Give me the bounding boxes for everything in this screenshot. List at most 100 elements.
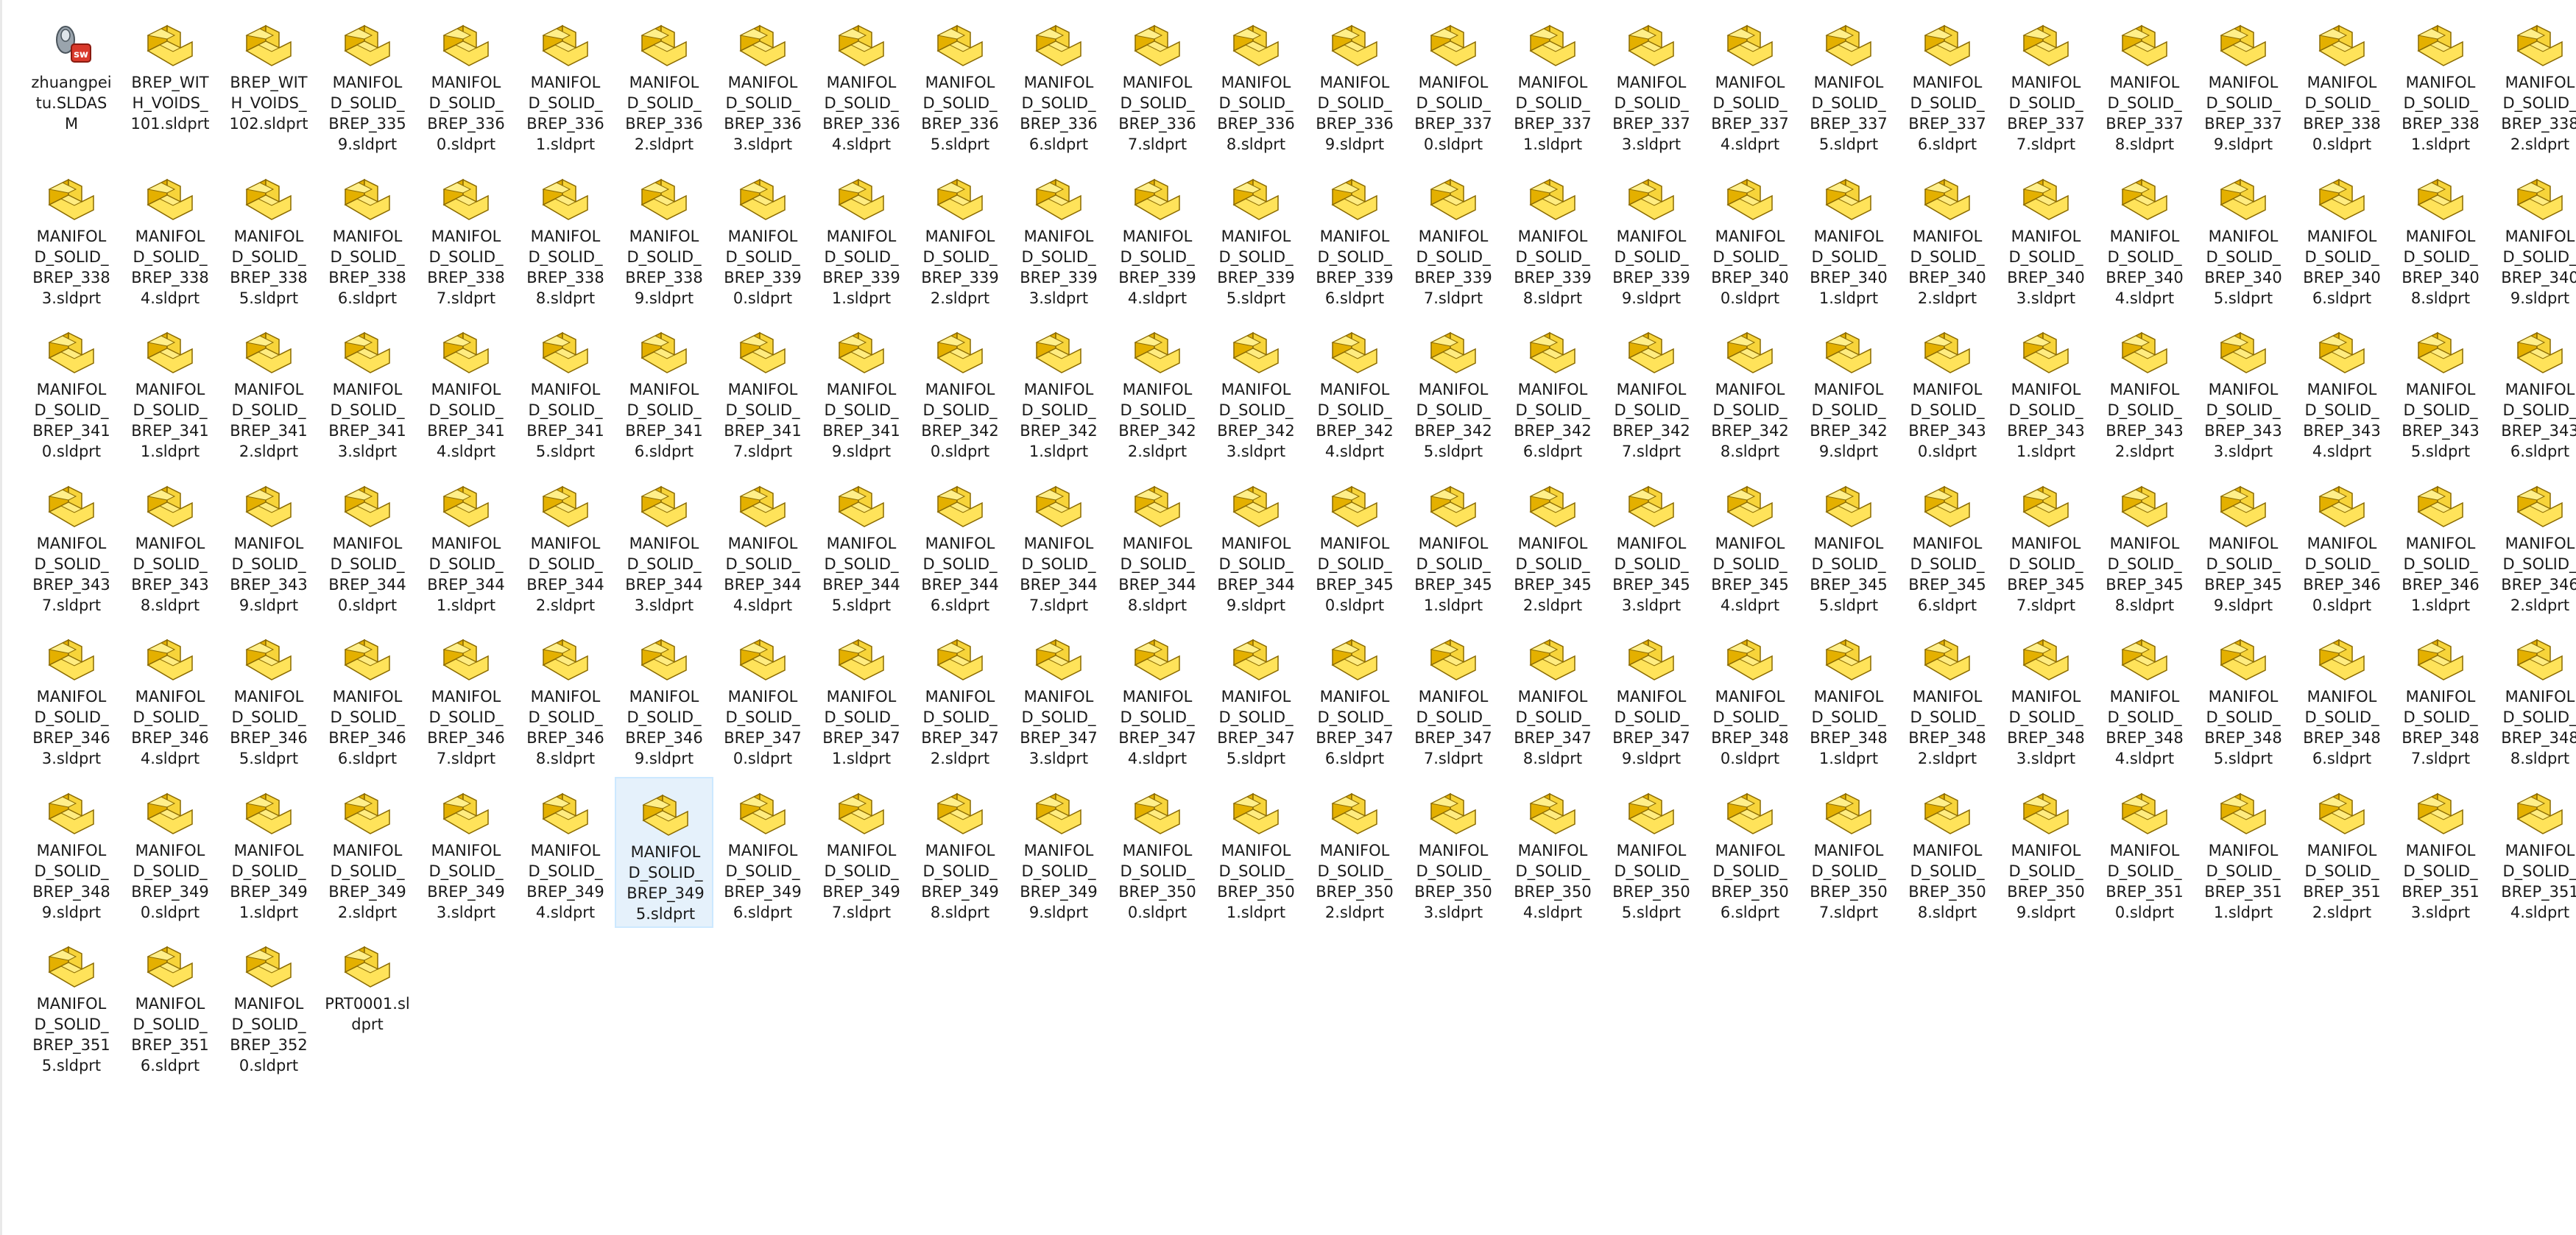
file-item[interactable]: MANIFOL D_SOLID_ BREP_347 7.sldprt [1404,623,1503,774]
file-item[interactable]: MANIFOL D_SOLID_ BREP_341 7.sldprt [713,316,812,467]
file-item[interactable]: MANIFOL D_SOLID_ BREP_342 1.sldprt [1009,316,1108,467]
file-item[interactable]: MANIFOL D_SOLID_ BREP_336 5.sldprt [911,9,1009,160]
file-item[interactable]: MANIFOL D_SOLID_ BREP_349 7.sldprt [812,777,911,928]
file-item[interactable]: MANIFOL D_SOLID_ BREP_349 3.sldprt [417,777,515,928]
file-item[interactable]: MANIFOL D_SOLID_ BREP_348 2.sldprt [1898,623,1997,774]
file-item[interactable]: MANIFOL D_SOLID_ BREP_341 2.sldprt [219,316,318,467]
file-item[interactable]: MANIFOL D_SOLID_ BREP_349 2.sldprt [318,777,417,928]
file-item[interactable]: MANIFOL D_SOLID_ BREP_342 3.sldprt [1207,316,1305,467]
file-item[interactable]: MANIFOL D_SOLID_ BREP_343 5.sldprt [2391,316,2490,467]
file-item[interactable]: MANIFOL D_SOLID_ BREP_348 8.sldprt [2491,623,2576,774]
file-item[interactable]: MANIFOL D_SOLID_ BREP_343 8.sldprt [121,470,219,621]
file-item[interactable]: MANIFOL D_SOLID_ BREP_350 7.sldprt [1799,777,1898,928]
file-item[interactable]: MANIFOL D_SOLID_ BREP_350 9.sldprt [1997,777,2095,928]
file-item[interactable]: MANIFOL D_SOLID_ BREP_340 5.sldprt [2194,163,2293,314]
file-item[interactable]: MANIFOL D_SOLID_ BREP_350 6.sldprt [1701,777,1799,928]
file-item[interactable]: MANIFOL D_SOLID_ BREP_338 1.sldprt [2391,9,2490,160]
file-item[interactable]: MANIFOL D_SOLID_ BREP_336 8.sldprt [1207,9,1305,160]
file-item[interactable]: MANIFOL D_SOLID_ BREP_336 4.sldprt [812,9,911,160]
file-item[interactable]: MANIFOL D_SOLID_ BREP_341 9.sldprt [812,316,911,467]
file-item[interactable]: MANIFOL D_SOLID_ BREP_342 2.sldprt [1108,316,1207,467]
file-item[interactable]: MANIFOL D_SOLID_ BREP_347 6.sldprt [1305,623,1404,774]
file-item[interactable]: MANIFOL D_SOLID_ BREP_343 0.sldprt [1898,316,1997,467]
file-item[interactable]: MANIFOL D_SOLID_ BREP_343 1.sldprt [1997,316,2095,467]
file-item[interactable]: MANIFOL D_SOLID_ BREP_338 4.sldprt [121,163,219,314]
file-item[interactable]: MANIFOL D_SOLID_ BREP_347 9.sldprt [1602,623,1701,774]
file-item[interactable]: MANIFOL D_SOLID_ BREP_337 8.sldprt [2095,9,2194,160]
file-item[interactable]: MANIFOL D_SOLID_ BREP_348 5.sldprt [2194,623,2293,774]
file-item[interactable]: MANIFOL D_SOLID_ BREP_349 6.sldprt [713,777,812,928]
file-item[interactable]: MANIFOL D_SOLID_ BREP_345 6.sldprt [1898,470,1997,621]
file-item[interactable]: MANIFOL D_SOLID_ BREP_348 0.sldprt [1701,623,1799,774]
file-item[interactable]: MANIFOL D_SOLID_ BREP_340 0.sldprt [1701,163,1799,314]
file-item[interactable]: MANIFOL D_SOLID_ BREP_338 9.sldprt [615,163,713,314]
file-item[interactable]: MANIFOL D_SOLID_ BREP_351 4.sldprt [2491,777,2576,928]
file-item-selected[interactable]: MANIFOL D_SOLID_ BREP_349 5.sldprt [615,777,713,928]
file-item[interactable]: MANIFOL D_SOLID_ BREP_344 1.sldprt [417,470,515,621]
file-item[interactable]: MANIFOL D_SOLID_ BREP_343 3.sldprt [2194,316,2293,467]
file-item[interactable]: MANIFOL D_SOLID_ BREP_348 6.sldprt [2293,623,2391,774]
file-item[interactable]: MANIFOL D_SOLID_ BREP_345 0.sldprt [1305,470,1404,621]
file-item[interactable]: MANIFOL D_SOLID_ BREP_337 6.sldprt [1898,9,1997,160]
file-item[interactable]: MANIFOL D_SOLID_ BREP_343 2.sldprt [2095,316,2194,467]
file-item[interactable]: MANIFOL D_SOLID_ BREP_345 3.sldprt [1602,470,1701,621]
file-item[interactable]: MANIFOL D_SOLID_ BREP_341 1.sldprt [121,316,219,467]
file-item[interactable]: MANIFOL D_SOLID_ BREP_347 2.sldprt [911,623,1009,774]
file-item[interactable]: MANIFOL D_SOLID_ BREP_346 1.sldprt [2391,470,2490,621]
file-item[interactable]: MANIFOL D_SOLID_ BREP_340 8.sldprt [2391,163,2490,314]
file-item[interactable]: MANIFOL D_SOLID_ BREP_336 3.sldprt [713,9,812,160]
file-item[interactable]: MANIFOL D_SOLID_ BREP_340 1.sldprt [1799,163,1898,314]
file-item[interactable]: MANIFOL D_SOLID_ BREP_339 7.sldprt [1404,163,1503,314]
file-item[interactable]: MANIFOL D_SOLID_ BREP_342 0.sldprt [911,316,1009,467]
file-item[interactable]: MANIFOL D_SOLID_ BREP_336 9.sldprt [1305,9,1404,160]
file-item[interactable]: MANIFOL D_SOLID_ BREP_344 9.sldprt [1207,470,1305,621]
file-item[interactable]: MANIFOL D_SOLID_ BREP_346 6.sldprt [318,623,417,774]
file-item[interactable]: MANIFOL D_SOLID_ BREP_350 8.sldprt [1898,777,1997,928]
file-item[interactable]: MANIFOL D_SOLID_ BREP_351 2.sldprt [2293,777,2391,928]
file-item[interactable]: MANIFOL D_SOLID_ BREP_341 0.sldprt [22,316,121,467]
file-item[interactable]: MANIFOL D_SOLID_ BREP_346 7.sldprt [417,623,515,774]
file-item[interactable]: MANIFOL D_SOLID_ BREP_336 6.sldprt [1009,9,1108,160]
file-item[interactable]: PRT0001.sl dprt [318,930,417,1081]
file-item[interactable]: MANIFOL D_SOLID_ BREP_349 8.sldprt [911,777,1009,928]
file-item[interactable]: MANIFOL D_SOLID_ BREP_338 0.sldprt [2293,9,2391,160]
file-item[interactable]: MANIFOL D_SOLID_ BREP_337 3.sldprt [1602,9,1701,160]
file-item[interactable]: MANIFOL D_SOLID_ BREP_341 4.sldprt [417,316,515,467]
file-item[interactable]: MANIFOL D_SOLID_ BREP_340 3.sldprt [1997,163,2095,314]
file-item[interactable]: MANIFOL D_SOLID_ BREP_351 5.sldprt [22,930,121,1081]
file-item[interactable]: MANIFOL D_SOLID_ BREP_342 5.sldprt [1404,316,1503,467]
file-item[interactable]: MANIFOL D_SOLID_ BREP_336 7.sldprt [1108,9,1207,160]
file-item[interactable]: MANIFOL D_SOLID_ BREP_350 1.sldprt [1207,777,1305,928]
file-item[interactable]: MANIFOL D_SOLID_ BREP_339 0.sldprt [713,163,812,314]
file-item[interactable]: MANIFOL D_SOLID_ BREP_339 6.sldprt [1305,163,1404,314]
file-item[interactable]: MANIFOL D_SOLID_ BREP_338 8.sldprt [516,163,615,314]
file-item[interactable]: MANIFOL D_SOLID_ BREP_340 9.sldprt [2491,163,2576,314]
file-list-view[interactable]: sw zhuangpei tu.SLDAS M BREP_WIT H_VOIDS_ 101.… [0,0,2576,1235]
file-item[interactable]: MANIFOL D_SOLID_ BREP_351 0.sldprt [2095,777,2194,928]
file-item[interactable]: MANIFOL D_SOLID_ BREP_336 0.sldprt [417,9,515,160]
file-item[interactable]: MANIFOL D_SOLID_ BREP_350 5.sldprt [1602,777,1701,928]
file-item[interactable]: MANIFOL D_SOLID_ BREP_350 3.sldprt [1404,777,1503,928]
file-item[interactable]: MANIFOL D_SOLID_ BREP_347 5.sldprt [1207,623,1305,774]
file-item[interactable]: MANIFOL D_SOLID_ BREP_346 9.sldprt [615,623,713,774]
file-item[interactable]: MANIFOL D_SOLID_ BREP_336 2.sldprt [615,9,713,160]
file-item[interactable]: MANIFOL D_SOLID_ BREP_346 8.sldprt [516,623,615,774]
file-item[interactable]: MANIFOL D_SOLID_ BREP_344 4.sldprt [713,470,812,621]
file-item[interactable]: MANIFOL D_SOLID_ BREP_339 5.sldprt [1207,163,1305,314]
file-item[interactable]: MANIFOL D_SOLID_ BREP_345 9.sldprt [2194,470,2293,621]
file-item[interactable]: MANIFOL D_SOLID_ BREP_338 3.sldprt [22,163,121,314]
file-item[interactable]: MANIFOL D_SOLID_ BREP_338 7.sldprt [417,163,515,314]
file-item[interactable]: MANIFOL D_SOLID_ BREP_342 9.sldprt [1799,316,1898,467]
file-item[interactable]: BREP_WIT H_VOIDS_ 101.sldprt [121,9,219,160]
file-item[interactable]: MANIFOL D_SOLID_ BREP_343 9.sldprt [219,470,318,621]
file-item[interactable]: MANIFOL D_SOLID_ BREP_345 7.sldprt [1997,470,2095,621]
file-item[interactable]: MANIFOL D_SOLID_ BREP_339 9.sldprt [1602,163,1701,314]
file-item[interactable]: MANIFOL D_SOLID_ BREP_347 3.sldprt [1009,623,1108,774]
file-item[interactable]: MANIFOL D_SOLID_ BREP_339 1.sldprt [812,163,911,314]
file-item[interactable]: MANIFOL D_SOLID_ BREP_349 4.sldprt [516,777,615,928]
file-item[interactable]: MANIFOL D_SOLID_ BREP_343 4.sldprt [2293,316,2391,467]
file-item[interactable]: MANIFOL D_SOLID_ BREP_344 5.sldprt [812,470,911,621]
file-item[interactable]: MANIFOL D_SOLID_ BREP_338 6.sldprt [318,163,417,314]
file-item[interactable]: MANIFOL D_SOLID_ BREP_337 4.sldprt [1701,9,1799,160]
file-item[interactable]: MANIFOL D_SOLID_ BREP_346 5.sldprt [219,623,318,774]
